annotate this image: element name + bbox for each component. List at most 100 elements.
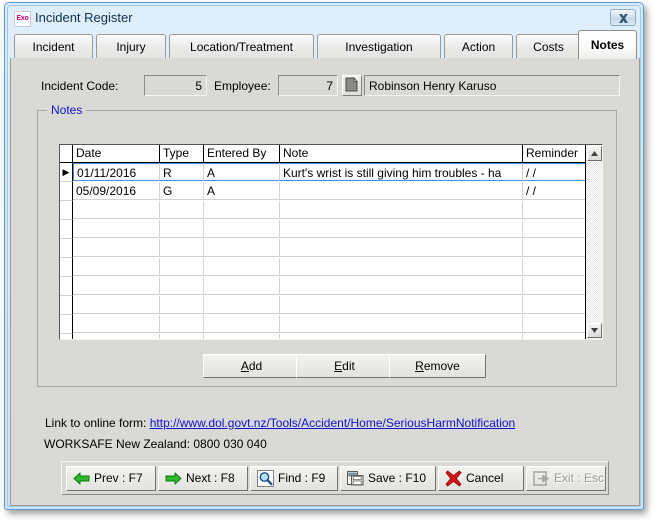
cell-date[interactable] bbox=[73, 277, 160, 295]
table-row[interactable] bbox=[60, 201, 585, 220]
grid-header-note[interactable]: Note bbox=[280, 145, 523, 162]
tab-action[interactable]: Action bbox=[444, 34, 513, 59]
cell-type[interactable] bbox=[160, 315, 204, 333]
cell-note[interactable] bbox=[280, 296, 523, 314]
tab-notes[interactable]: Notes bbox=[578, 30, 637, 59]
employee-lookup-button[interactable] bbox=[342, 75, 362, 96]
remove-accel: R bbox=[415, 359, 424, 373]
online-form-link[interactable]: http://www.dol.govt.nz/Tools/Accident/Ho… bbox=[150, 416, 516, 430]
tab-label: Incident bbox=[32, 40, 75, 54]
grid-header-reminder[interactable]: Reminder bbox=[523, 145, 585, 162]
table-row[interactable] bbox=[60, 296, 585, 315]
cancel-button[interactable]: Cancel bbox=[438, 466, 524, 491]
add-button[interactable]: Add bbox=[203, 354, 300, 378]
cell-note[interactable]: Kurt's wrist is still giving him trouble… bbox=[280, 163, 523, 181]
cell-note[interactable] bbox=[280, 277, 523, 295]
cell-entered-by[interactable]: A bbox=[204, 163, 280, 181]
cell-type[interactable] bbox=[160, 201, 204, 219]
cell-date[interactable] bbox=[73, 334, 160, 339]
cell-entered-by[interactable] bbox=[204, 258, 280, 276]
cell-entered-by[interactable] bbox=[204, 277, 280, 295]
cell-note[interactable] bbox=[280, 315, 523, 333]
table-row[interactable] bbox=[60, 315, 585, 334]
cell-note[interactable] bbox=[280, 239, 523, 257]
employee-code-field[interactable]: 7 bbox=[278, 75, 338, 96]
edit-button[interactable]: Edit bbox=[296, 354, 393, 378]
cell-entered-by[interactable] bbox=[204, 334, 280, 339]
cell-reminder[interactable] bbox=[523, 277, 585, 295]
cell-reminder[interactable] bbox=[523, 239, 585, 257]
tab-incident[interactable]: Incident bbox=[14, 34, 93, 59]
cell-entered-by[interactable] bbox=[204, 220, 280, 238]
cell-date[interactable] bbox=[73, 220, 160, 238]
cell-date[interactable]: 05/09/2016 bbox=[73, 182, 160, 200]
grid-header-date[interactable]: Date bbox=[73, 145, 160, 162]
save-button[interactable]: Save : F10 bbox=[340, 466, 436, 491]
tab-label: Notes bbox=[590, 38, 625, 52]
tab-location-treatment[interactable]: Location/Treatment bbox=[169, 34, 314, 59]
cell-type[interactable]: G bbox=[160, 182, 204, 200]
cell-reminder[interactable] bbox=[523, 220, 585, 238]
scrollbar-up-button[interactable] bbox=[587, 146, 602, 161]
cell-date[interactable] bbox=[73, 258, 160, 276]
cell-note[interactable] bbox=[280, 220, 523, 238]
notes-grid[interactable]: Date Type Entered By Note Reminder ▶ 01/… bbox=[59, 144, 603, 340]
tab-costs[interactable]: Costs bbox=[516, 34, 581, 59]
cell-date[interactable] bbox=[73, 201, 160, 219]
cell-entered-by[interactable] bbox=[204, 239, 280, 257]
exit-door-arrow-icon bbox=[533, 470, 550, 487]
table-row[interactable] bbox=[60, 334, 585, 339]
close-icon bbox=[618, 14, 628, 23]
exit-button[interactable]: Exit : Esc bbox=[526, 466, 606, 491]
cell-type[interactable] bbox=[160, 258, 204, 276]
cell-type[interactable] bbox=[160, 220, 204, 238]
cell-note[interactable] bbox=[280, 258, 523, 276]
cell-type[interactable] bbox=[160, 334, 204, 339]
tab-injury[interactable]: Injury bbox=[96, 34, 166, 59]
find-button[interactable]: Find : F9 bbox=[250, 466, 338, 491]
tab-label: Investigation bbox=[345, 40, 413, 54]
cell-note[interactable] bbox=[280, 182, 523, 200]
grid-vertical-scrollbar[interactable] bbox=[585, 145, 602, 339]
cell-note[interactable] bbox=[280, 334, 523, 339]
row-indicator: ▶ bbox=[60, 163, 73, 182]
incident-code-field[interactable]: 5 bbox=[144, 75, 207, 96]
cell-entered-by[interactable] bbox=[204, 296, 280, 314]
cell-date[interactable] bbox=[73, 296, 160, 314]
close-button[interactable] bbox=[610, 9, 636, 26]
table-row[interactable] bbox=[60, 277, 585, 296]
prev-button[interactable]: Prev : F7 bbox=[66, 466, 156, 491]
cell-entered-by[interactable]: A bbox=[204, 182, 280, 200]
cell-type[interactable] bbox=[160, 277, 204, 295]
cell-type[interactable]: R bbox=[160, 163, 204, 181]
next-button[interactable]: Next : F8 bbox=[158, 466, 248, 491]
edit-button-label: Edit bbox=[334, 359, 355, 373]
cell-reminder[interactable] bbox=[523, 296, 585, 314]
cell-note[interactable] bbox=[280, 201, 523, 219]
remove-button[interactable]: Remove bbox=[389, 354, 486, 378]
employee-code-value: 7 bbox=[326, 79, 333, 93]
cell-date[interactable] bbox=[73, 315, 160, 333]
table-row[interactable] bbox=[60, 258, 585, 277]
tab-investigation[interactable]: Investigation bbox=[317, 34, 441, 59]
cell-reminder[interactable]: / / bbox=[523, 182, 585, 200]
cell-reminder[interactable] bbox=[523, 201, 585, 219]
employee-name-field[interactable]: Robinson Henry Karuso bbox=[364, 75, 620, 96]
table-row[interactable]: 05/09/2016 G A / / bbox=[60, 182, 585, 201]
grid-header-entered-by[interactable]: Entered By bbox=[204, 145, 280, 162]
cell-date[interactable]: 01/11/2016 bbox=[73, 163, 160, 181]
cell-type[interactable] bbox=[160, 296, 204, 314]
table-row[interactable] bbox=[60, 239, 585, 258]
cell-reminder[interactable] bbox=[523, 315, 585, 333]
cell-reminder[interactable] bbox=[523, 334, 585, 339]
table-row[interactable]: ▶ 01/11/2016 R A Kurt's wrist is still g… bbox=[60, 163, 585, 182]
cell-reminder[interactable] bbox=[523, 258, 585, 276]
table-row[interactable] bbox=[60, 220, 585, 239]
grid-header-type[interactable]: Type bbox=[160, 145, 204, 162]
cell-date[interactable] bbox=[73, 239, 160, 257]
cell-entered-by[interactable] bbox=[204, 315, 280, 333]
cell-entered-by[interactable] bbox=[204, 201, 280, 219]
cell-type[interactable] bbox=[160, 239, 204, 257]
scrollbar-down-button[interactable] bbox=[587, 323, 602, 338]
cell-reminder[interactable]: / / bbox=[523, 163, 585, 181]
